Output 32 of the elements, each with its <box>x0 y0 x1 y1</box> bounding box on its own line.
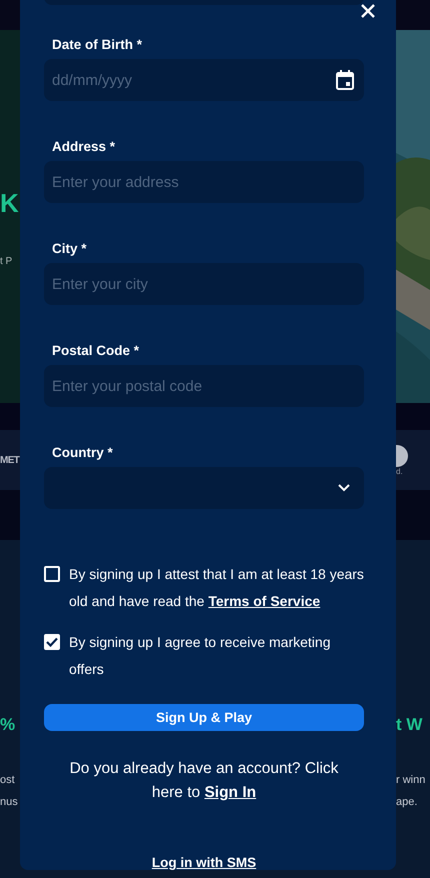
promo-text: nus <box>0 795 18 810</box>
coin-icon <box>396 444 408 466</box>
consent-text: By signing up I attest that I am at least 18 years old and have read the Terms of Service <box>69 565 364 611</box>
calendar-icon[interactable] <box>336 70 354 90</box>
hero-subtitle: t P <box>0 256 12 267</box>
promo-text: ost <box>0 773 15 788</box>
terms-link[interactable]: Terms of Service <box>208 593 320 609</box>
sign-in-link[interactable]: Sign In <box>204 784 256 801</box>
promo-title: % <box>0 715 16 735</box>
field-label: Country * <box>51 445 114 460</box>
promo-text: r winn <box>396 773 426 788</box>
hero-letter: K <box>0 190 19 216</box>
input-field[interactable]: Enter your address <box>44 161 364 203</box>
account-prompt: Do you already have an account? Click here to Sign In <box>68 759 340 803</box>
field-label: Address * <box>51 139 116 154</box>
field-label: Date of Birth * <box>51 37 144 52</box>
strip-caption: d. <box>396 466 403 476</box>
close-icon[interactable] <box>360 3 376 19</box>
signup-button[interactable]: Sign Up & Play <box>44 704 364 731</box>
promo-title: t W <box>396 715 422 735</box>
promo-text: ape. <box>396 795 418 810</box>
input-field[interactable]: Enter your postal code <box>44 365 364 407</box>
checkbox[interactable] <box>44 566 60 582</box>
consent-text: By signing up I agree to receive marketing offers <box>69 633 332 679</box>
date-field[interactable]: dd/mm/yyyy <box>44 59 364 101</box>
strip-text: MET <box>0 454 20 466</box>
sms-login-link[interactable]: Log in with SMS <box>152 855 256 870</box>
checkbox[interactable] <box>44 634 60 650</box>
chevron-icon <box>338 484 350 492</box>
input-field[interactable]: Enter your city <box>44 263 364 305</box>
field-label: Postal Code * <box>51 343 140 358</box>
field-label: City * <box>51 241 88 256</box>
